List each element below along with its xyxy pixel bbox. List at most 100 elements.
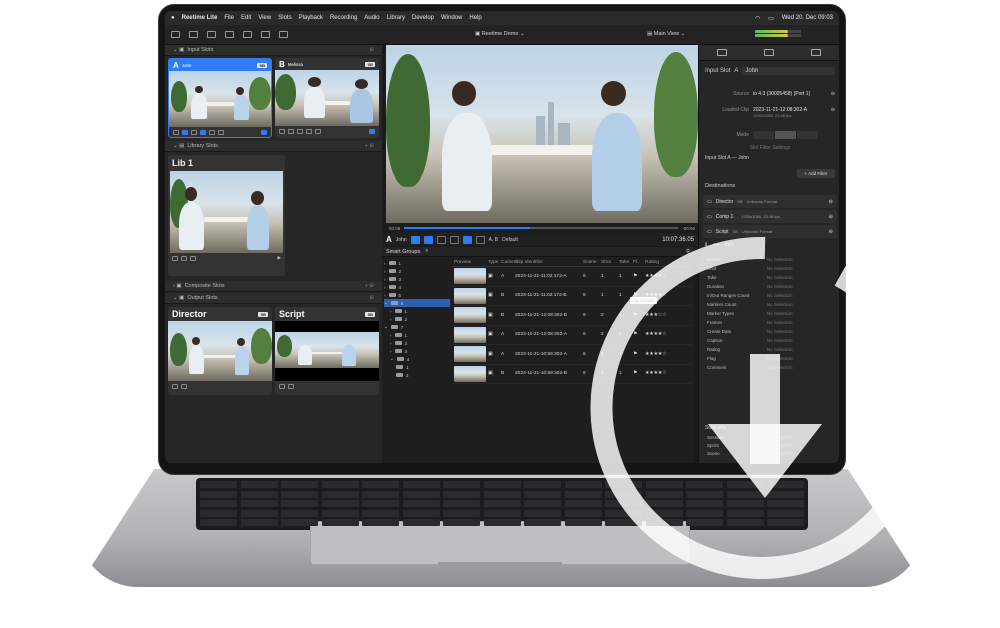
- tree-item-selected[interactable]: ⌄ 6: [384, 299, 450, 307]
- destination-item[interactable]: ▭ Script SB Unknown Format ⊖: [703, 225, 837, 238]
- menu-develop[interactable]: Develop: [412, 15, 434, 21]
- tree-item[interactable]: ⌄ 7: [384, 323, 450, 331]
- video-icon[interactable]: [279, 128, 285, 134]
- slot-settings-icon[interactable]: ⊖: [369, 47, 374, 53]
- input-slot-a[interactable]: A John SB: [168, 58, 272, 138]
- pause-slot-icon[interactable]: [369, 128, 375, 134]
- composite-settings-icon[interactable]: + ⊖: [365, 283, 374, 289]
- menu-slots[interactable]: Slots: [278, 15, 291, 21]
- clip-rating[interactable]: ★★★★☆: [645, 371, 675, 376]
- in-out-icon[interactable]: [436, 235, 446, 244]
- add-filter-button[interactable]: + Add Filter: [797, 169, 835, 178]
- tree-item[interactable]: › 2: [384, 339, 450, 347]
- stop-icon[interactable]: [288, 383, 294, 389]
- destination-remove-icon[interactable]: ⊖: [829, 214, 833, 220]
- info-value[interactable]: No Selection: [767, 302, 793, 307]
- menu-window[interactable]: Window: [441, 15, 462, 21]
- output-icon[interactable]: [218, 129, 224, 135]
- key-tab-icon[interactable]: [763, 49, 774, 56]
- key-icon[interactable]: ⊶: [713, 242, 719, 248]
- mode-file-icon[interactable]: [775, 131, 797, 139]
- tree-item[interactable]: › 1: [384, 331, 450, 339]
- destination-remove-icon[interactable]: ⊖: [829, 229, 833, 235]
- menu-file[interactable]: File: [224, 15, 234, 21]
- flag-icon[interactable]: ⚑: [633, 371, 645, 376]
- source-info-icon[interactable]: ⊖: [831, 91, 835, 97]
- table-row[interactable]: ▣ A 2023-11-21-11:02:172-A 6 1 1 ⚑ ★★★★☆: [452, 267, 692, 287]
- menu-recording[interactable]: Recording: [330, 15, 357, 21]
- slot-inspector-tab-icon[interactable]: [717, 49, 728, 56]
- eye-icon[interactable]: [297, 128, 303, 134]
- eject-icon[interactable]: ⊖: [831, 107, 835, 113]
- search-icon[interactable]: ⌕: [425, 248, 428, 255]
- input-slot-b[interactable]: B Melissa SB: [275, 58, 379, 138]
- eye-icon[interactable]: [191, 129, 197, 135]
- tree-item[interactable]: › 1: [384, 259, 450, 267]
- info-value[interactable]: No Selection: [767, 338, 793, 343]
- output-icon[interactable]: [190, 255, 196, 261]
- info-value[interactable]: No Selection: [767, 311, 793, 316]
- tree-item[interactable]: › 3: [384, 347, 450, 355]
- library-slot-lib1[interactable]: Lib 1 ▶: [168, 155, 285, 276]
- table-row[interactable]: ▣ A 2023-11-21-10:59:302-A 6 1 1 ⚑ ★★★★☆: [452, 345, 692, 365]
- menu-audio[interactable]: Audio: [364, 15, 379, 21]
- loop-icon[interactable]: [423, 235, 433, 244]
- monitor-toggle-icon[interactable]: [410, 235, 420, 244]
- mode-eye-icon[interactable]: [797, 131, 819, 139]
- col-clip-identifier[interactable]: Clip Identifier: [515, 260, 583, 265]
- output-slot-script[interactable]: Script SB: [275, 307, 379, 395]
- video-icon[interactable]: [172, 255, 178, 261]
- tree-item[interactable]: › 3: [384, 275, 450, 283]
- export-icon[interactable]: [279, 31, 288, 38]
- app-menu[interactable]: Reetime Lite: [182, 15, 218, 21]
- output-icon[interactable]: [315, 128, 321, 134]
- clip-rating[interactable]: ★★★★☆: [645, 274, 675, 279]
- timeline-scrubber[interactable]: 00:08 -00:06: [386, 223, 698, 233]
- output-slots-header[interactable]: ⌄ ▣ Output Slots ⊖: [165, 293, 382, 304]
- info-value[interactable]: No Selection: [767, 257, 793, 262]
- monitor-icon[interactable]: [182, 129, 188, 135]
- source-value[interactable]: io 4.3 (30005458) (Port 1): [753, 91, 827, 97]
- table-row[interactable]: ▣ B 2023-11-21-12:08:302-B 6 2 1 ⚑ ★★★☆☆: [452, 306, 692, 326]
- tree-item[interactable]: › 5: [384, 291, 450, 299]
- sidebar-toggle-icon[interactable]: [171, 31, 180, 38]
- destination-item[interactable]: ▭ Comp 1 1920x1080, 23.98 fps ⊖: [703, 210, 837, 223]
- comp-icon[interactable]: [306, 128, 312, 134]
- info-value[interactable]: No Selection: [767, 275, 793, 280]
- destination-item[interactable]: ▭ Director SB Unknown Format ⊖: [703, 195, 837, 208]
- project-selector[interactable]: ▣ Reetime Demo ⌄: [475, 31, 525, 37]
- tree-item[interactable]: › 2: [384, 267, 450, 275]
- apple-icon[interactable]: ●: [171, 15, 175, 21]
- mode-segmented-control[interactable]: [753, 131, 819, 139]
- camera-icon[interactable]: [225, 31, 234, 38]
- scrub-track[interactable]: [404, 227, 679, 229]
- camera-toggle-icon[interactable]: [200, 129, 206, 135]
- stop-button[interactable]: [475, 235, 485, 244]
- preset-selector[interactable]: Default: [502, 237, 518, 243]
- info-value[interactable]: No Selection: [767, 293, 793, 298]
- menu-view[interactable]: View: [258, 15, 271, 21]
- menubar-clock[interactable]: Wed 20. Dec 09:03: [782, 15, 833, 21]
- slot-name-field[interactable]: John: [742, 67, 835, 75]
- grid-icon[interactable]: [261, 31, 270, 38]
- col-flag[interactable]: Fl..: [633, 260, 645, 265]
- pause-button[interactable]: [462, 235, 472, 244]
- output-icon[interactable]: [279, 383, 285, 389]
- tree-item[interactable]: › 4: [384, 283, 450, 291]
- wifi-icon[interactable]: ◠: [755, 15, 760, 22]
- flag-icon[interactable]: ⚑: [633, 274, 645, 279]
- stop-icon[interactable]: [181, 383, 187, 389]
- menu-help[interactable]: Help: [469, 15, 481, 21]
- menu-library[interactable]: Library: [387, 15, 405, 21]
- info-value[interactable]: No Selection: [767, 266, 793, 271]
- table-row[interactable]: ▣ B 2023-11-21-10:59:302-B 6 1 1 ⚑ ★★★★☆: [452, 365, 692, 384]
- monitor-icon[interactable]: [288, 128, 294, 134]
- marker-icon[interactable]: [449, 235, 459, 244]
- info-value[interactable]: No Selection: [767, 347, 793, 352]
- tree-item[interactable]: 2: [384, 371, 450, 379]
- col-preview[interactable]: Preview: [452, 260, 488, 265]
- battery-icon[interactable]: ▭: [768, 15, 774, 22]
- filter-icon[interactable]: ⚲: [686, 249, 690, 255]
- col-camera[interactable]: Camera: [501, 260, 518, 265]
- view-selector[interactable]: ▤ Main View ⌄: [647, 31, 685, 37]
